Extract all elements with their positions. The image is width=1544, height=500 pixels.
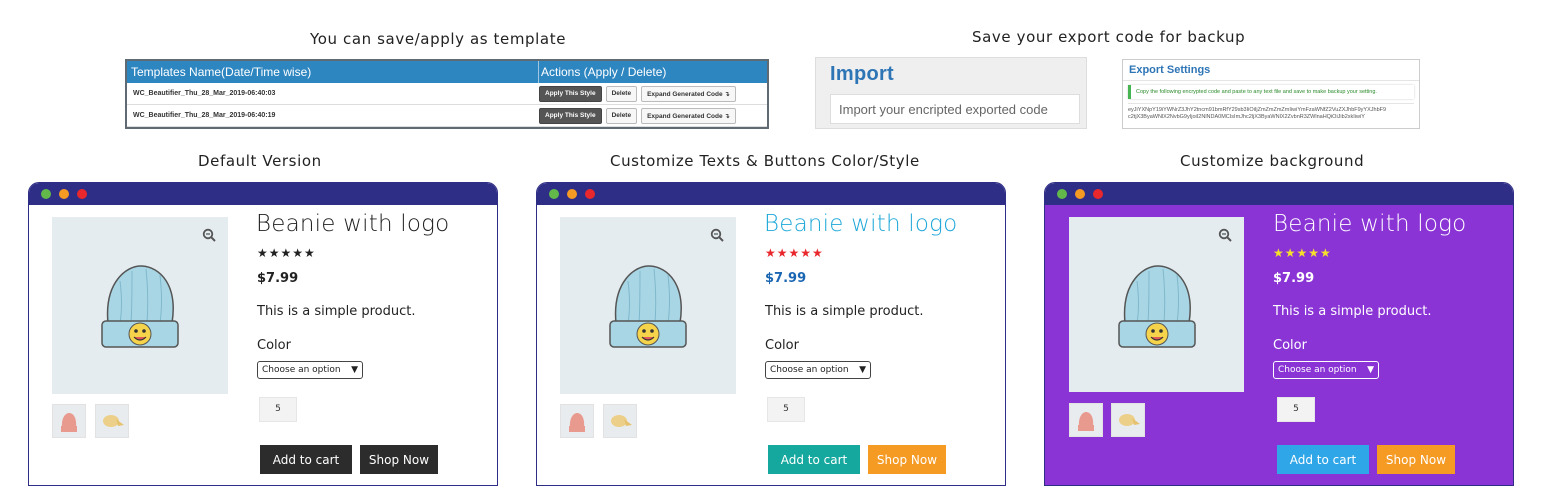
browser-window-custom-background: Beanie with logo ★★★★★ $7.99 This is a s… [1044,182,1514,486]
quantity-input[interactable]: 5 [767,397,805,422]
import-panel: Import Import your encripted exported co… [815,57,1087,129]
window-red-dot [1093,189,1103,199]
caption-export: Save your export code for backup [972,28,1246,46]
product-title: Beanie with logo [256,211,450,237]
zoom-icon[interactable] [710,228,724,242]
product-thumbnail[interactable] [52,404,86,438]
window-red-dot [77,189,87,199]
product-title: Beanie with logo [1273,211,1467,237]
add-to-cart-button[interactable]: Add to cart [768,445,860,474]
shop-now-button[interactable]: Shop Now [868,445,946,474]
export-code-line: eyJiYXNpY19iYWNrZ3JhY2tncm91bmRfY29sb3Ii… [1128,107,1387,113]
caption-custom-bg: Customize background [1180,152,1365,170]
zoom-icon[interactable] [1218,228,1232,242]
product-thumbnail[interactable] [560,404,594,438]
template-name: WC_Beautifier_Thu_28_Mar_2019-06:40:03 [133,90,276,97]
product-price: $7.99 [765,271,807,286]
apply-style-button[interactable]: Apply This Style [539,85,602,102]
table-row: WC_Beautifier_Thu_28_Mar_2019-06:40:19 A… [127,105,767,127]
color-label: Color [765,338,799,353]
product-thumbnail[interactable] [1069,403,1103,437]
product-description: This is a simple product. [765,304,924,319]
export-notice: Copy the following encrypted code and pa… [1128,85,1414,99]
color-select[interactable]: Choose an option ▼ [765,361,871,379]
beanie-icon [1118,265,1196,348]
import-title: Import [830,63,895,85]
quantity-input[interactable]: 5 [1277,397,1315,422]
templates-table-header: Templates Name(Date/Time wise) Actions (… [127,61,767,83]
color-label: Color [257,338,291,353]
product-thumbnail[interactable] [603,404,637,438]
window-green-dot [41,189,51,199]
product-description: This is a simple product. [1273,304,1432,319]
export-panel: Export Settings Copy the following encry… [1122,59,1420,129]
rating-stars: ★★★★★ [257,246,316,260]
caption-default: Default Version [198,152,322,170]
color-select-value: Choose an option [770,365,849,375]
product-title: Beanie with logo [764,211,958,237]
browser-window-default: Beanie with logo ★★★★★ $7.99 This is a s… [28,182,498,486]
zoom-icon[interactable] [202,228,216,242]
export-title: Export Settings [1123,60,1419,81]
apply-style-button[interactable]: Apply This Style [539,107,602,124]
product-image[interactable] [1069,217,1244,392]
col-templates-name: Templates Name(Date/Time wise) [127,61,539,83]
window-green-dot [549,189,559,199]
window-orange-dot [567,189,577,199]
product-price: $7.99 [1273,271,1315,286]
product-image[interactable] [52,217,228,394]
color-label: Color [1273,338,1307,353]
add-to-cart-button[interactable]: Add to cart [260,445,352,474]
rating-stars: ★★★★★ [765,246,824,260]
color-select-value: Choose an option [262,365,341,375]
product-price: $7.99 [257,271,299,286]
shop-now-button[interactable]: Shop Now [1377,445,1455,474]
col-actions: Actions (Apply / Delete) [541,65,667,79]
rating-stars: ★★★★★ [1273,246,1332,260]
shop-now-button[interactable]: Shop Now [360,445,438,474]
color-select-value: Choose an option [1278,365,1357,375]
chevron-down-icon: ▼ [351,365,358,375]
browser-window-custom-texts: Beanie with logo ★★★★★ $7.99 This is a s… [536,182,1006,486]
window-title-bar [29,183,497,205]
export-code-textarea[interactable]: eyJiYXNpY19iYWNrZ3JhY2tncm91bmRfY29sb3Ii… [1128,103,1414,121]
template-name: WC_Beautifier_Thu_28_Mar_2019-06:40:19 [133,112,276,119]
color-select[interactable]: Choose an option ▼ [257,361,363,379]
expand-code-button[interactable]: Expand Generated Code ↴ [641,85,736,102]
beanie-icon [101,265,179,348]
window-green-dot [1057,189,1067,199]
templates-table: Templates Name(Date/Time wise) Actions (… [125,59,769,129]
delete-button[interactable]: Delete [605,107,638,124]
chevron-down-icon: ▼ [1367,365,1374,375]
caption-custom-texts: Customize Texts & Buttons Color/Style [610,152,920,170]
window-orange-dot [1075,189,1085,199]
color-select[interactable]: Choose an option ▼ [1273,361,1379,379]
window-title-bar [1045,183,1513,205]
chevron-down-icon: ▼ [859,365,866,375]
product-image[interactable] [560,217,736,394]
import-code-input[interactable]: Import your encripted exported code [830,94,1080,124]
add-to-cart-button[interactable]: Add to cart [1277,445,1369,474]
window-red-dot [585,189,595,199]
beanie-icon [609,265,687,348]
expand-code-button[interactable]: Expand Generated Code ↴ [641,107,736,124]
window-orange-dot [59,189,69,199]
product-description: This is a simple product. [257,304,416,319]
delete-button[interactable]: Delete [605,85,638,102]
export-code-line: c2tjX3ByaWNlX2NvbG9yIjoiI2NlNDA0MCIsImJh… [1128,114,1365,120]
quantity-input[interactable]: 5 [259,397,297,422]
window-title-bar [537,183,1005,205]
product-thumbnail[interactable] [1111,403,1145,437]
caption-template: You can save/apply as template [310,30,567,48]
table-row: WC_Beautifier_Thu_28_Mar_2019-06:40:03 A… [127,83,767,105]
product-thumbnail[interactable] [95,404,129,438]
